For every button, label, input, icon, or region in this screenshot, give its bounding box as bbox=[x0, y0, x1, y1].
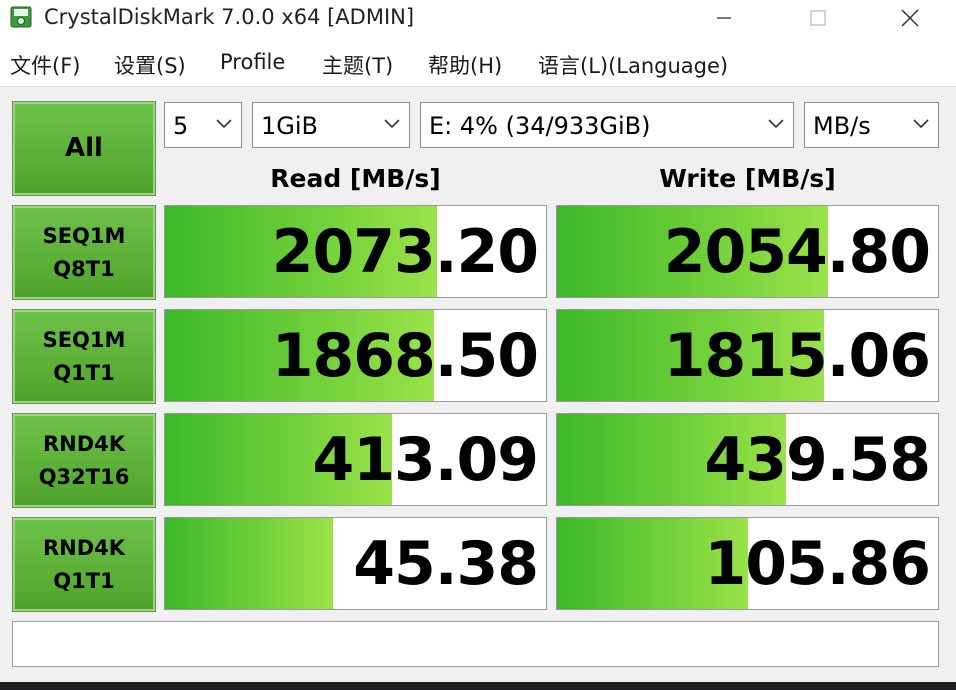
taskbar-edge bbox=[0, 682, 956, 690]
test-label-line2: Q32T16 bbox=[38, 464, 130, 489]
comment-field[interactable] bbox=[12, 621, 939, 667]
write-result-value: 105.86 bbox=[704, 528, 931, 599]
chevron-down-icon bbox=[216, 119, 232, 129]
chevron-down-icon bbox=[768, 119, 784, 129]
read-result-bar bbox=[165, 518, 333, 609]
menu-settings[interactable]: 设置(S) bbox=[114, 50, 186, 80]
test-count-select[interactable]: 5 bbox=[164, 102, 242, 148]
write-result-value: 1815.06 bbox=[663, 320, 931, 391]
read-column-header: Read [MB/s] bbox=[270, 164, 441, 193]
test-label-line1: SEQ1M bbox=[42, 327, 126, 352]
chevron-down-icon bbox=[913, 119, 929, 129]
test-button-seq1m-q1t1[interactable]: SEQ1M Q1T1 bbox=[12, 309, 156, 404]
write-result-value: 2054.80 bbox=[663, 216, 931, 287]
test-label-line1: RND4K bbox=[42, 431, 126, 456]
read-result-cell: 45.38 bbox=[164, 517, 547, 610]
test-label-line1: SEQ1M bbox=[42, 223, 126, 248]
read-result-cell: 1868.50 bbox=[164, 309, 547, 402]
write-result-cell: 105.86 bbox=[556, 517, 939, 610]
menu-profile[interactable]: Profile bbox=[220, 50, 285, 74]
test-size-value: 1GiB bbox=[261, 112, 318, 140]
read-result-value: 1868.50 bbox=[271, 320, 539, 391]
menu-file[interactable]: 文件(F) bbox=[10, 50, 80, 80]
close-button[interactable] bbox=[880, 0, 940, 36]
test-label-line2: Q8T1 bbox=[53, 256, 115, 281]
read-result-cell: 2073.20 bbox=[164, 205, 547, 298]
menu-theme[interactable]: 主题(T) bbox=[322, 50, 393, 80]
test-button-rnd4k-q32t16[interactable]: RND4K Q32T16 bbox=[12, 413, 156, 508]
menu-language[interactable]: 语言(L)(Language) bbox=[538, 50, 728, 80]
write-result-cell: 1815.06 bbox=[556, 309, 939, 402]
maximize-button[interactable] bbox=[788, 0, 848, 36]
window-title: CrystalDiskMark 7.0.0 x64 [ADMIN] bbox=[44, 5, 415, 29]
read-result-value: 2073.20 bbox=[271, 216, 539, 287]
unit-select[interactable]: MB/s bbox=[804, 102, 939, 148]
test-label-line2: Q1T1 bbox=[53, 568, 115, 593]
menu-bar: 文件(F) 设置(S) Profile 主题(T) 帮助(H) 语言(L)(La… bbox=[0, 40, 956, 87]
test-count-value: 5 bbox=[173, 112, 189, 140]
minimize-button[interactable] bbox=[694, 0, 754, 36]
all-button-label: All bbox=[65, 133, 103, 164]
write-column-header: Write [MB/s] bbox=[659, 164, 836, 193]
write-result-cell: 439.58 bbox=[556, 413, 939, 506]
all-button[interactable]: All bbox=[12, 101, 156, 196]
test-label-line1: RND4K bbox=[42, 535, 126, 560]
close-icon bbox=[901, 9, 919, 27]
title-bar: CrystalDiskMark 7.0.0 x64 [ADMIN] bbox=[0, 0, 956, 40]
maximize-icon bbox=[810, 10, 826, 26]
drive-select[interactable]: E: 4% (34/933GiB) bbox=[420, 102, 794, 148]
read-result-value: 45.38 bbox=[353, 528, 539, 599]
unit-value: MB/s bbox=[813, 112, 871, 140]
menu-help[interactable]: 帮助(H) bbox=[428, 50, 502, 80]
test-button-seq1m-q8t1[interactable]: SEQ1M Q8T1 bbox=[12, 205, 156, 300]
write-result-cell: 2054.80 bbox=[556, 205, 939, 298]
read-result-value: 413.09 bbox=[312, 424, 539, 495]
disk-icon bbox=[10, 6, 32, 28]
minimize-icon bbox=[717, 17, 731, 19]
test-label-line2: Q1T1 bbox=[53, 360, 115, 385]
chevron-down-icon bbox=[384, 119, 400, 129]
drive-value: E: 4% (34/933GiB) bbox=[429, 112, 651, 140]
test-size-select[interactable]: 1GiB bbox=[252, 102, 410, 148]
read-result-cell: 413.09 bbox=[164, 413, 547, 506]
test-button-rnd4k-q1t1[interactable]: RND4K Q1T1 bbox=[12, 517, 156, 612]
write-result-value: 439.58 bbox=[704, 424, 931, 495]
